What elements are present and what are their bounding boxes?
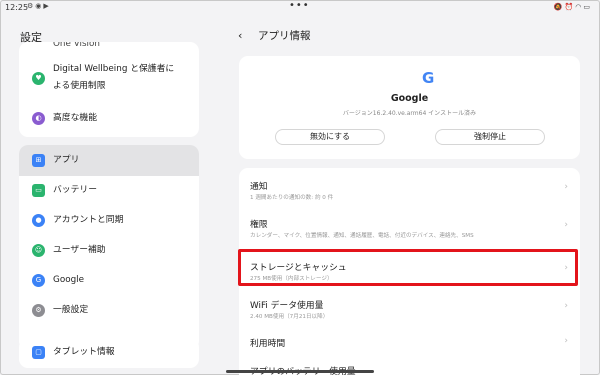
status-left-icons: ⚙◉▶ — [27, 2, 51, 10]
row-subtitle: 275 MB使用（内部ストレージ） — [250, 276, 333, 282]
status-bar: 12:25 ⚙◉▶ ••• 🔕⏰◠▭ — [0, 0, 600, 16]
sidebar-card-2: ⊞ アプリ ▭ バッテリー ● アカウントと同期 ☺ ユーザー補助 G Goog… — [19, 145, 199, 350]
sidebar-item-label: バッテリー — [53, 185, 97, 195]
back-arrow-icon[interactable]: ‹ — [238, 29, 252, 42]
sidebar-item-label: Digital Wellbeing と保護者に — [53, 64, 175, 74]
more-dots-icon[interactable]: ••• — [289, 0, 310, 11]
app-summary-card: G Google バージョン16.2.40.ve.arm64 インストール済み … — [239, 56, 580, 159]
app-info-header: ‹ アプリ情報 — [238, 28, 311, 43]
status-time: 12:25 — [5, 3, 29, 12]
force-stop-button[interactable]: 強制停止 — [435, 129, 545, 145]
sidebar-card-3: ▢ タブレット情報 — [19, 338, 199, 368]
tablet-info-icon: ▢ — [32, 346, 45, 359]
sidebar-item-advanced-features[interactable]: ◐ 高度な機能 — [19, 104, 199, 134]
battery-icon: ▭ — [32, 184, 45, 197]
row-storage-cache[interactable]: ストレージとキャッシュ 275 MB使用（内部ストレージ） › — [239, 247, 580, 287]
chevron-right-icon: › — [564, 182, 568, 192]
battery-icon: ▭ — [583, 3, 592, 11]
sidebar-item-battery[interactable]: ▭ バッテリー — [19, 176, 199, 206]
sidebar-item-tablet-info[interactable]: ▢ タブレット情報 — [19, 338, 199, 368]
advanced-features-icon: ◐ — [32, 112, 45, 125]
status-right-icons: 🔕⏰◠▭ — [554, 3, 592, 11]
accessibility-icon: ☺ — [32, 244, 45, 257]
app-settings-list: 通知 1 週間あたりの通知の数: 約 0 件 › 権限 カレンダー、マイク、位置… — [239, 168, 580, 375]
row-subtitle: 1 週間あたりの通知の数: 約 0 件 — [250, 195, 334, 201]
sidebar-item-apps[interactable]: ⊞ アプリ — [19, 146, 199, 176]
general-settings-icon: ⚙ — [32, 304, 45, 317]
row-wifi-data-usage[interactable]: WiFi データ使用量 2.40 MB使用（7月21日以降） › — [239, 287, 580, 326]
sidebar-item-label: One Vision — [53, 42, 100, 49]
sidebar-item-label: 高度な機能 — [53, 113, 97, 123]
row-title: ストレージとキャッシュ — [250, 263, 347, 273]
row-title: WiFi データ使用量 — [250, 301, 324, 311]
chevron-right-icon: › — [564, 220, 568, 230]
sidebar-item-label: 一般設定 — [53, 305, 89, 315]
sidebar-item-label-2: よる使用制限 — [53, 81, 106, 91]
sidebar-item-label: ユーザー補助 — [53, 245, 106, 255]
home-indicator[interactable] — [226, 370, 374, 373]
wellbeing-icon: ♥ — [32, 72, 45, 85]
chevron-right-icon: › — [564, 336, 568, 346]
sidebar-item-label: タブレット情報 — [53, 347, 115, 357]
disable-button[interactable]: 無効にする — [275, 129, 385, 145]
sidebar-item-general-settings[interactable]: ⚙ 一般設定 — [19, 296, 199, 326]
app-info-pane: ‹ アプリ情報 G Google バージョン16.2.40.ve.arm64 イン… — [218, 16, 600, 375]
row-title: 通知 — [250, 182, 268, 192]
row-subtitle: カレンダー、マイク、位置情報、通知、通話履歴、電話、付近のデバイス、連絡先、SM… — [250, 233, 474, 239]
sidebar-item-one-vision[interactable]: One Vision — [19, 42, 199, 53]
sidebar-item-label: Google — [53, 275, 85, 285]
google-logo-icon: G — [422, 69, 435, 87]
alarm-icon: ⏰ — [564, 3, 576, 11]
row-title: 権限 — [250, 220, 268, 230]
silent-icon: 🔕 — [553, 3, 565, 11]
settings-sidebar: 設定 One Vision ♥ Digital Wellbeing と保護者に … — [0, 16, 218, 375]
sidebar-item-accessibility[interactable]: ☺ ユーザー補助 — [19, 236, 199, 266]
sidebar-item-account-sync[interactable]: ● アカウントと同期 — [19, 206, 199, 236]
youtube-icon: ▶ — [43, 2, 51, 10]
sidebar-item-google[interactable]: G Google — [19, 266, 199, 296]
app-name: Google — [390, 93, 429, 104]
account-icon: ● — [32, 214, 45, 227]
page-title: アプリ情報 — [258, 30, 311, 42]
row-screen-time[interactable]: 利用時間 › — [239, 326, 580, 356]
chevron-right-icon: › — [564, 301, 568, 311]
row-permissions[interactable]: 権限 カレンダー、マイク、位置情報、通知、通話履歴、電話、付近のデバイス、連絡先… — [239, 207, 580, 247]
row-notifications[interactable]: 通知 1 週間あたりの通知の数: 約 0 件 › — [239, 168, 580, 207]
row-subtitle: 2.40 MB使用（7月21日以降） — [250, 314, 329, 320]
sidebar-item-label: アカウントと同期 — [53, 215, 124, 225]
sidebar-item-digital-wellbeing[interactable]: ♥ Digital Wellbeing と保護者に よる使用制限 — [19, 60, 199, 98]
sidebar-card-1: One Vision ♥ Digital Wellbeing と保護者に よる使… — [19, 42, 199, 137]
apps-icon: ⊞ — [32, 154, 45, 167]
google-icon: G — [32, 274, 45, 287]
sidebar-item-label: アプリ — [53, 155, 80, 165]
chevron-right-icon: › — [564, 263, 568, 273]
app-version: バージョン16.2.40.ve.arm64 インストール済み — [342, 110, 477, 117]
row-title: 利用時間 — [250, 339, 286, 349]
